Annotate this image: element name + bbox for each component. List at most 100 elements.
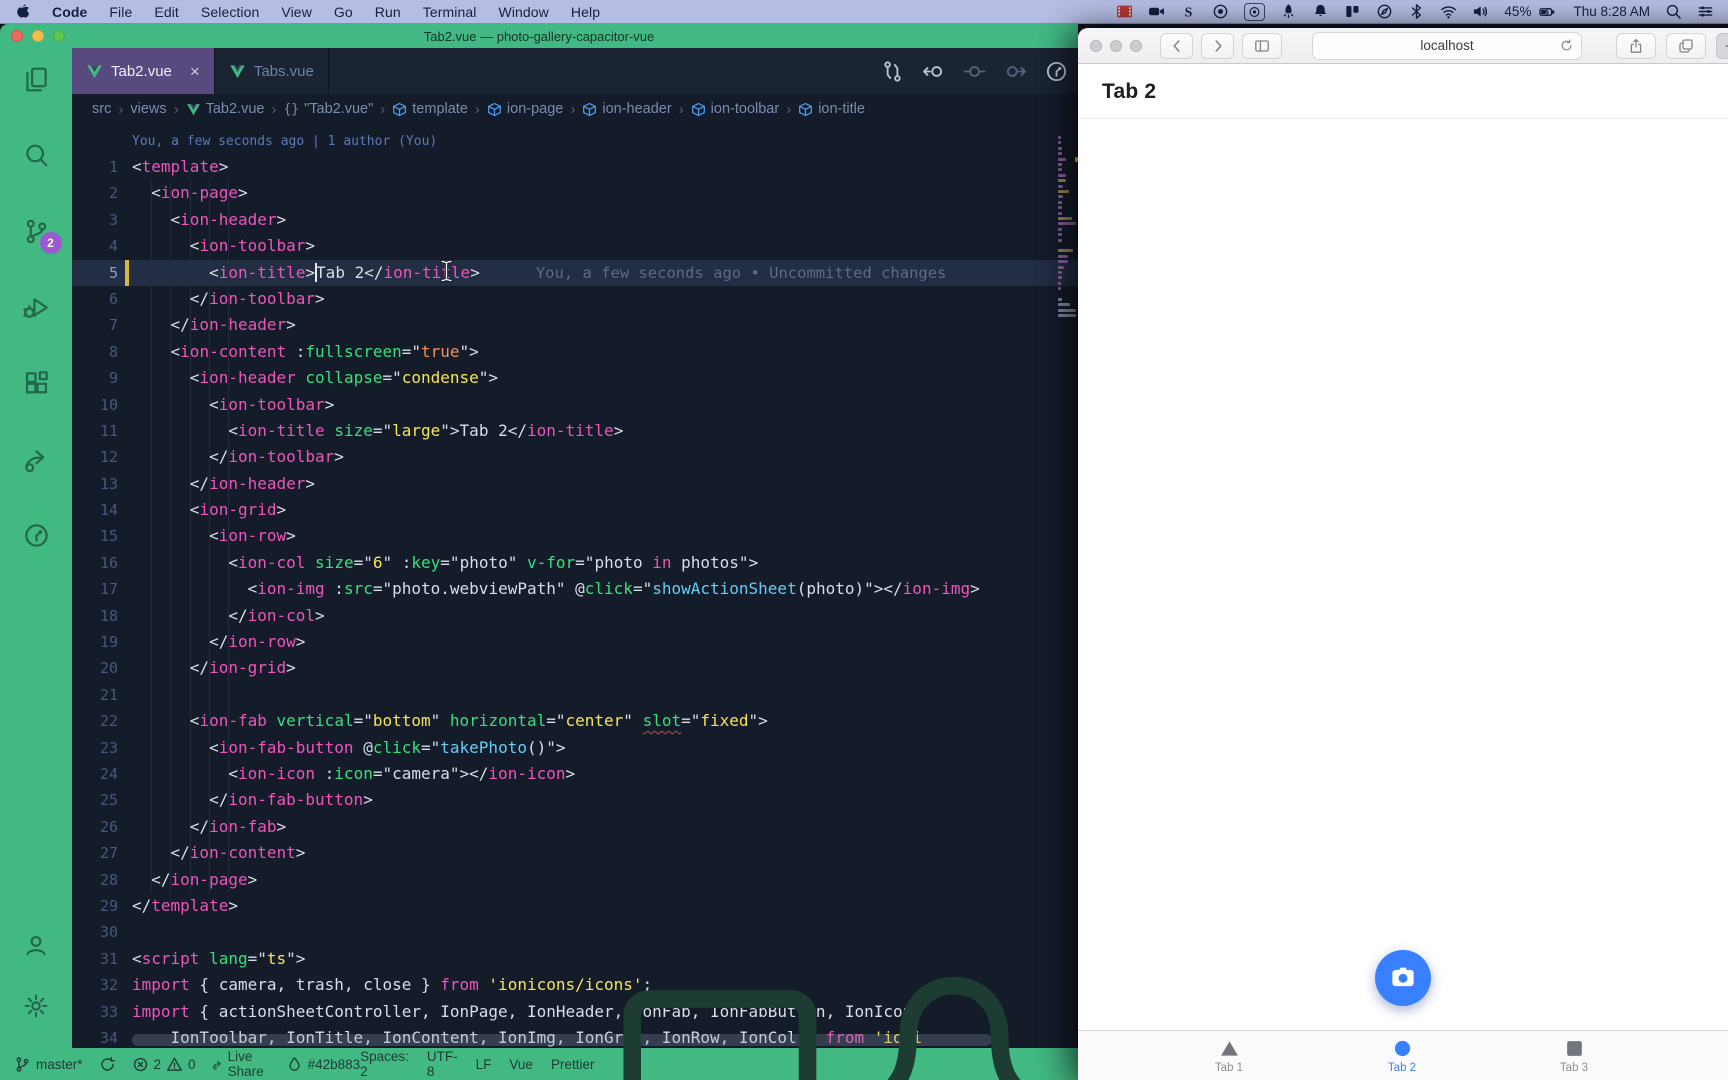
menu-window[interactable]: Window — [488, 4, 560, 20]
breadcrumb-item[interactable]: ion-header — [582, 101, 671, 117]
code-line-20[interactable]: 20 </ion-grid> — [72, 655, 1078, 681]
menu-run[interactable]: Run — [364, 4, 412, 20]
menu-file[interactable]: File — [98, 4, 143, 20]
menu-view[interactable]: View — [270, 4, 323, 20]
editor-tab-tabs.vue[interactable]: Tabs.vue — [215, 48, 329, 94]
status-spaces-2[interactable]: Spaces: 2 — [360, 1049, 409, 1079]
code-line-5[interactable]: 5 <ion-title>Tab 2</ion-title>You, a few… — [72, 260, 1078, 286]
gitlens-codelens[interactable]: You, a few seconds ago | 1 author (You) — [132, 130, 1078, 154]
notifications-bell-icon[interactable] — [846, 956, 1062, 1080]
menu-code[interactable]: Code — [41, 4, 98, 20]
breadcrumb-item[interactable]: {}"Tab2.vue" — [283, 101, 373, 117]
branch-indicator[interactable]: master* — [14, 1056, 83, 1073]
activity-run-debug-icon[interactable] — [23, 294, 50, 370]
status-lf[interactable]: LF — [476, 1057, 492, 1072]
code-line-1[interactable]: 1<template> — [72, 154, 1078, 180]
shush-icon[interactable]: S — [1180, 3, 1197, 20]
wifi-icon[interactable] — [1440, 3, 1457, 20]
code-line-10[interactable]: 10 <ion-toolbar> — [72, 392, 1078, 418]
code-line-28[interactable]: 28 </ion-page> — [72, 867, 1078, 893]
breadcrumb-item[interactable]: views — [130, 101, 166, 117]
menu-edit[interactable]: Edit — [143, 4, 190, 20]
status-utf-8[interactable]: UTF-8 — [427, 1049, 458, 1079]
compare-changes-icon[interactable] — [881, 60, 904, 83]
menu-go[interactable]: Go — [323, 4, 364, 20]
breadcrumb-item[interactable]: ion-toolbar — [691, 101, 780, 117]
tab-button-tab-1[interactable]: Tab 1 — [1189, 1031, 1269, 1080]
code-line-25[interactable]: 25 </ion-fab-button> — [72, 787, 1078, 813]
status-vue[interactable]: Vue — [509, 1057, 533, 1072]
history-icon[interactable] — [1045, 60, 1068, 83]
control-center-icon[interactable] — [1697, 3, 1714, 20]
code-line-18[interactable]: 18 </ion-col> — [72, 603, 1078, 629]
activity-source-control-icon[interactable]: 2 — [23, 218, 50, 294]
bluetooth-icon[interactable] — [1408, 3, 1425, 20]
code-line-17[interactable]: 17 <ion-img :src="photo.webviewPath" @cl… — [72, 576, 1078, 602]
activity-settings-gear-icon[interactable] — [23, 993, 49, 1024]
next-change-icon[interactable] — [1004, 60, 1027, 83]
minimize-window-button[interactable] — [1110, 40, 1122, 52]
rocket-icon[interactable] — [1280, 3, 1297, 20]
tab-button-tab-2[interactable]: Tab 2 — [1362, 1031, 1442, 1080]
code-line-23[interactable]: 23 <ion-fab-button @click="takePhoto()"> — [72, 735, 1078, 761]
tab-overview-button[interactable] — [1666, 33, 1706, 59]
spotlight-search-icon[interactable] — [1665, 3, 1682, 20]
code-line-6[interactable]: 6 </ion-toolbar> — [72, 286, 1078, 312]
code-line-27[interactable]: 27 </ion-content> — [72, 840, 1078, 866]
menu-selection[interactable]: Selection — [190, 4, 271, 20]
screen-share-icon[interactable] — [612, 956, 828, 1080]
code-line-15[interactable]: 15 <ion-row> — [72, 523, 1078, 549]
code-line-16[interactable]: 16 <ion-col size="6" :key="photo" v-for=… — [72, 550, 1078, 576]
status-prettier[interactable]: Prettier — [551, 1057, 595, 1072]
code-line-8[interactable]: 8 <ion-content :fullscreen="true"> — [72, 339, 1078, 365]
editor-tab-tab2.vue[interactable]: Tab2.vue× — [72, 48, 215, 94]
address-bar[interactable]: localhost — [1312, 32, 1582, 60]
current-change-icon[interactable] — [963, 60, 986, 83]
peacock-color-indicator[interactable]: #42b883 — [286, 1056, 361, 1073]
code-line-24[interactable]: 24 <ion-icon :icon="camera"></ion-icon> — [72, 761, 1078, 787]
video-camera-icon[interactable] — [1148, 3, 1165, 20]
activity-search-icon[interactable] — [23, 142, 50, 218]
screen-record-icon[interactable] — [1244, 3, 1265, 21]
activity-extensions-icon[interactable] — [23, 370, 50, 446]
code-line-11[interactable]: 11 <ion-title size="large">Tab 2</ion-ti… — [72, 418, 1078, 444]
code-line-29[interactable]: 29</template> — [72, 893, 1078, 919]
compass-icon[interactable] — [1376, 3, 1393, 20]
code-line-2[interactable]: 2 <ion-page> — [72, 180, 1078, 206]
code-line-22[interactable]: 22 <ion-fab vertical="bottom" horizontal… — [72, 708, 1078, 734]
code-line-13[interactable]: 13 </ion-header> — [72, 471, 1078, 497]
problems-indicator[interactable]: 20 — [132, 1056, 196, 1073]
breadcrumb-item[interactable]: ion-title — [798, 101, 865, 117]
code-line-12[interactable]: 12 </ion-toolbar> — [72, 444, 1078, 470]
breadcrumb-item[interactable]: ion-page — [487, 101, 563, 117]
forward-button[interactable] — [1201, 33, 1234, 59]
vscode-title-bar[interactable]: Tab2.vue — photo-gallery-capacitor-vue — [0, 24, 1078, 48]
menu-clock[interactable]: Thu 8:28 AM — [1573, 4, 1650, 19]
activity-live-share-icon[interactable] — [23, 446, 50, 522]
code-line-3[interactable]: 3 <ion-header> — [72, 207, 1078, 233]
apple-icon[interactable] — [14, 3, 31, 20]
code-line-4[interactable]: 4 <ion-toolbar> — [72, 233, 1078, 259]
code-line-7[interactable]: 7 </ion-header> — [72, 312, 1078, 338]
breadcrumb-item[interactable]: src — [92, 101, 111, 117]
live-share-button[interactable]: Live Share — [212, 1049, 270, 1079]
code-line-9[interactable]: 9 <ion-header collapse="condense"> — [72, 365, 1078, 391]
close-window-button[interactable] — [1090, 40, 1102, 52]
activity-history-icon[interactable] — [23, 522, 50, 598]
code-line-30[interactable]: 30 — [72, 919, 1078, 945]
menu-terminal[interactable]: Terminal — [412, 4, 488, 20]
close-tab-icon[interactable]: × — [190, 63, 200, 80]
tab-button-tab-3[interactable]: Tab 3 — [1534, 1031, 1614, 1080]
sync-button[interactable] — [99, 1056, 116, 1073]
zoom-window-button[interactable] — [1130, 40, 1142, 52]
volume-icon[interactable] — [1472, 3, 1489, 20]
code-line-19[interactable]: 19 </ion-row> — [72, 629, 1078, 655]
previous-change-icon[interactable] — [922, 60, 945, 83]
back-button[interactable] — [1160, 33, 1193, 59]
refresh-icon[interactable] — [1559, 38, 1574, 53]
activity-account-icon[interactable] — [23, 932, 49, 963]
sidebar-button[interactable] — [1242, 33, 1282, 59]
breadcrumb-item[interactable]: Tab2.vue — [186, 101, 265, 117]
menu-help[interactable]: Help — [560, 4, 611, 20]
code-line-14[interactable]: 14 <ion-grid> — [72, 497, 1078, 523]
